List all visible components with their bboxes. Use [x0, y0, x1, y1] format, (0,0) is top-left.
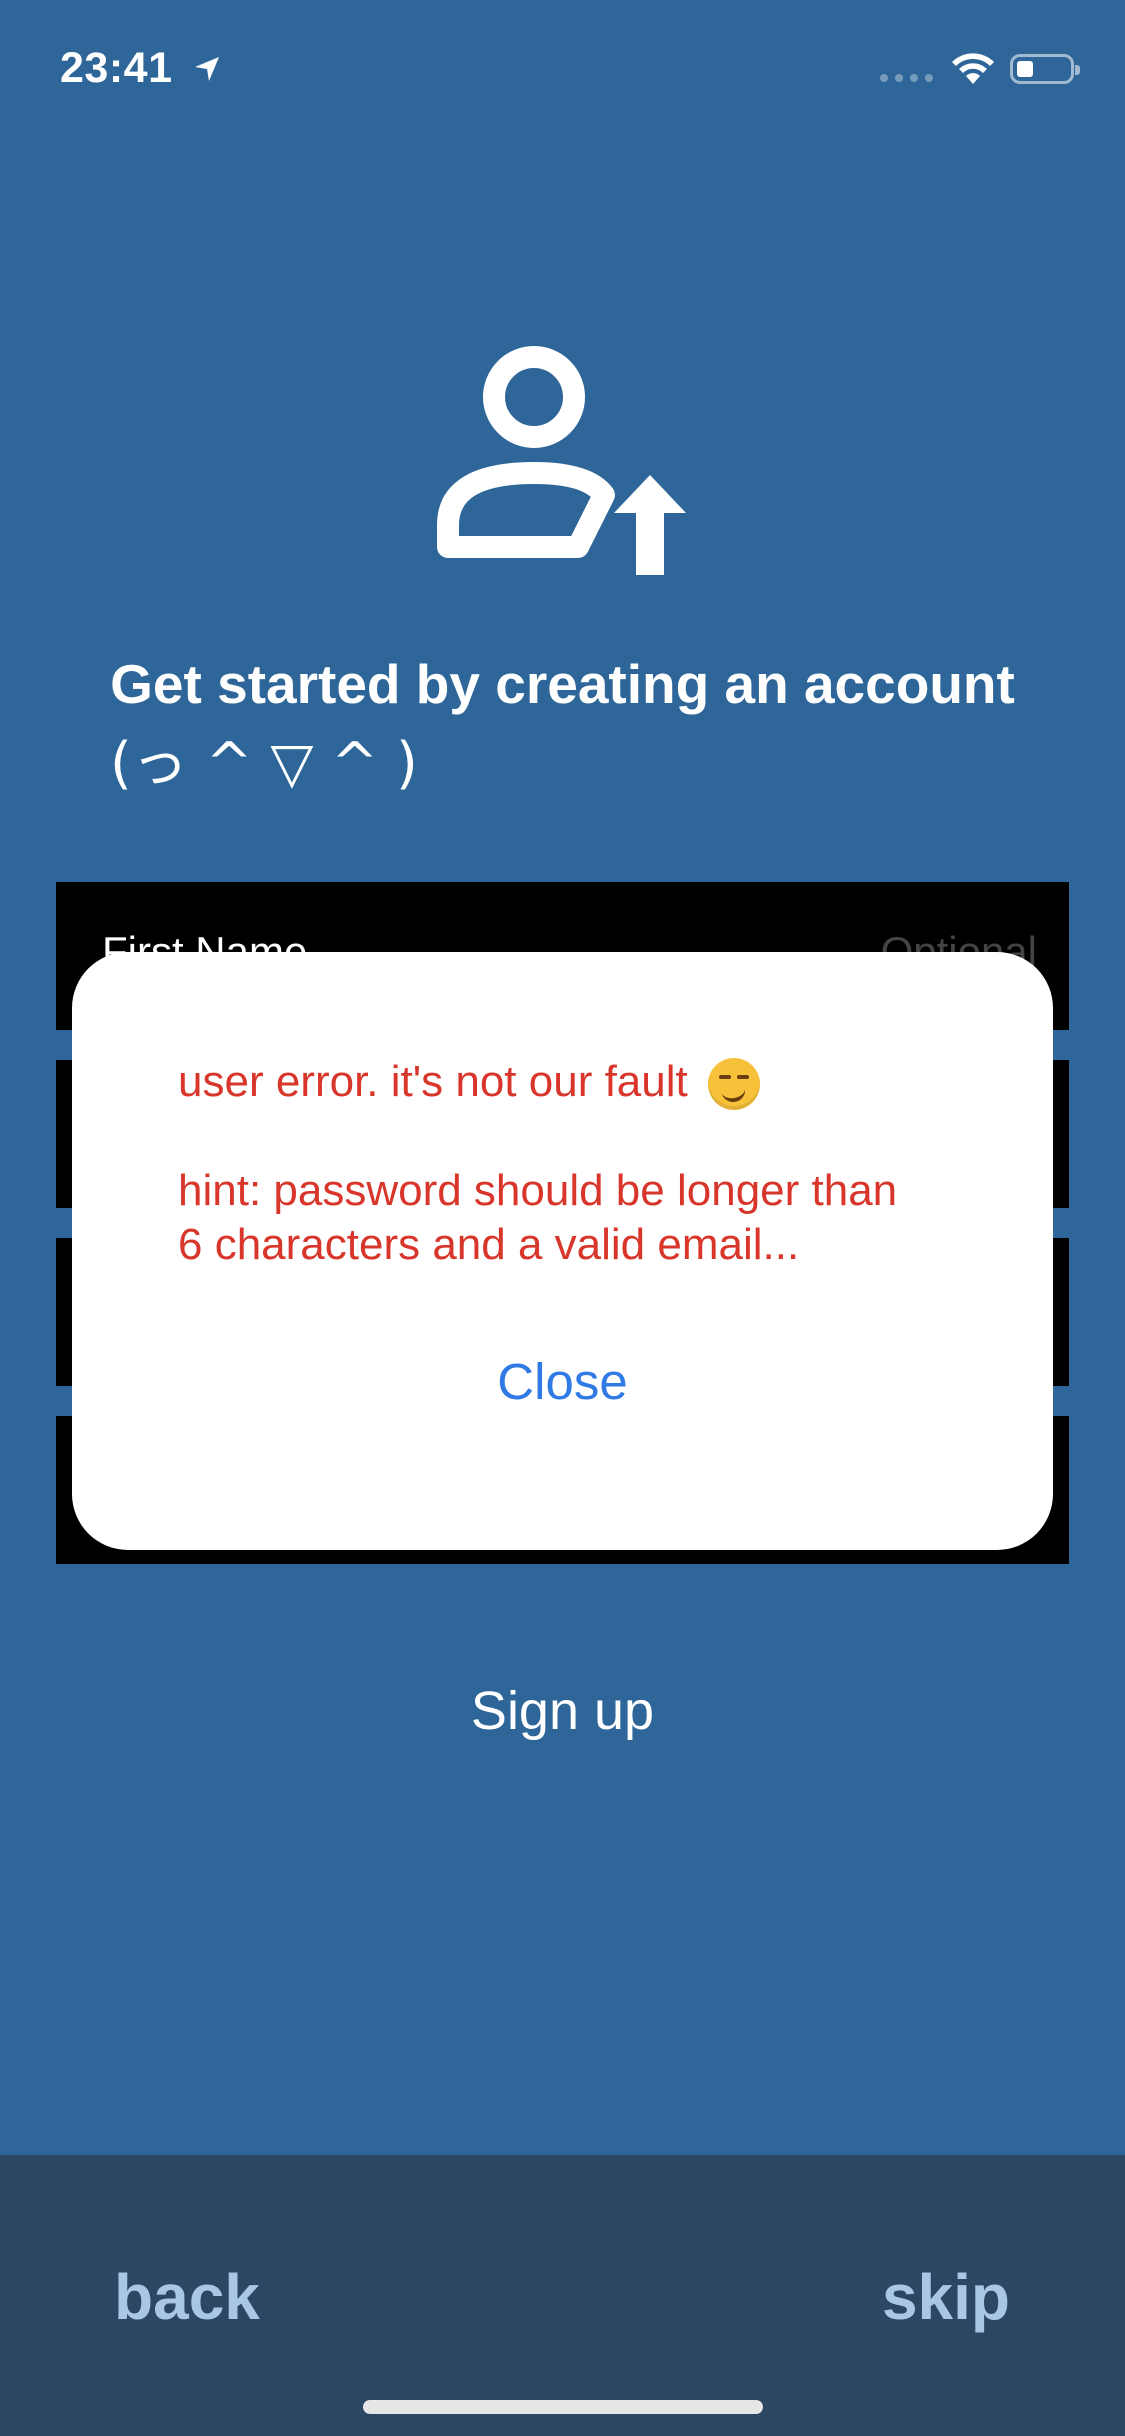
back-button[interactable]: back: [114, 2260, 260, 2334]
error-dialog: user error. it's not our fault hint: pas…: [72, 952, 1053, 1550]
skip-button[interactable]: skip: [882, 2260, 1010, 2334]
error-message-text: user error. it's not our fault: [178, 1057, 688, 1106]
hint-line-1: hint: password should be longer than: [178, 1166, 898, 1215]
wifi-icon: [952, 53, 994, 84]
hint-line-2: 6 characters and a valid email...: [178, 1220, 800, 1269]
bottom-nav: back skip: [0, 2155, 1125, 2436]
signal-icon: [880, 74, 933, 82]
error-message: user error. it's not our fault: [178, 1057, 760, 1111]
page-title: Get started by creating an account: [110, 653, 1015, 715]
smirk-emoji-icon: [707, 1058, 760, 1111]
location-arrow-icon: [194, 56, 219, 81]
kaomoji: (っ ^ ▽ ^ ): [110, 731, 418, 796]
add-user-icon: [437, 346, 686, 575]
battery-icon: [1010, 54, 1080, 84]
status-time-text: 23:41: [60, 44, 173, 93]
home-indicator[interactable]: [363, 2400, 763, 2414]
status-time: 23:41: [60, 42, 223, 93]
close-button[interactable]: Close: [72, 1352, 1053, 1411]
signup-button[interactable]: Sign up: [0, 1680, 1125, 1742]
